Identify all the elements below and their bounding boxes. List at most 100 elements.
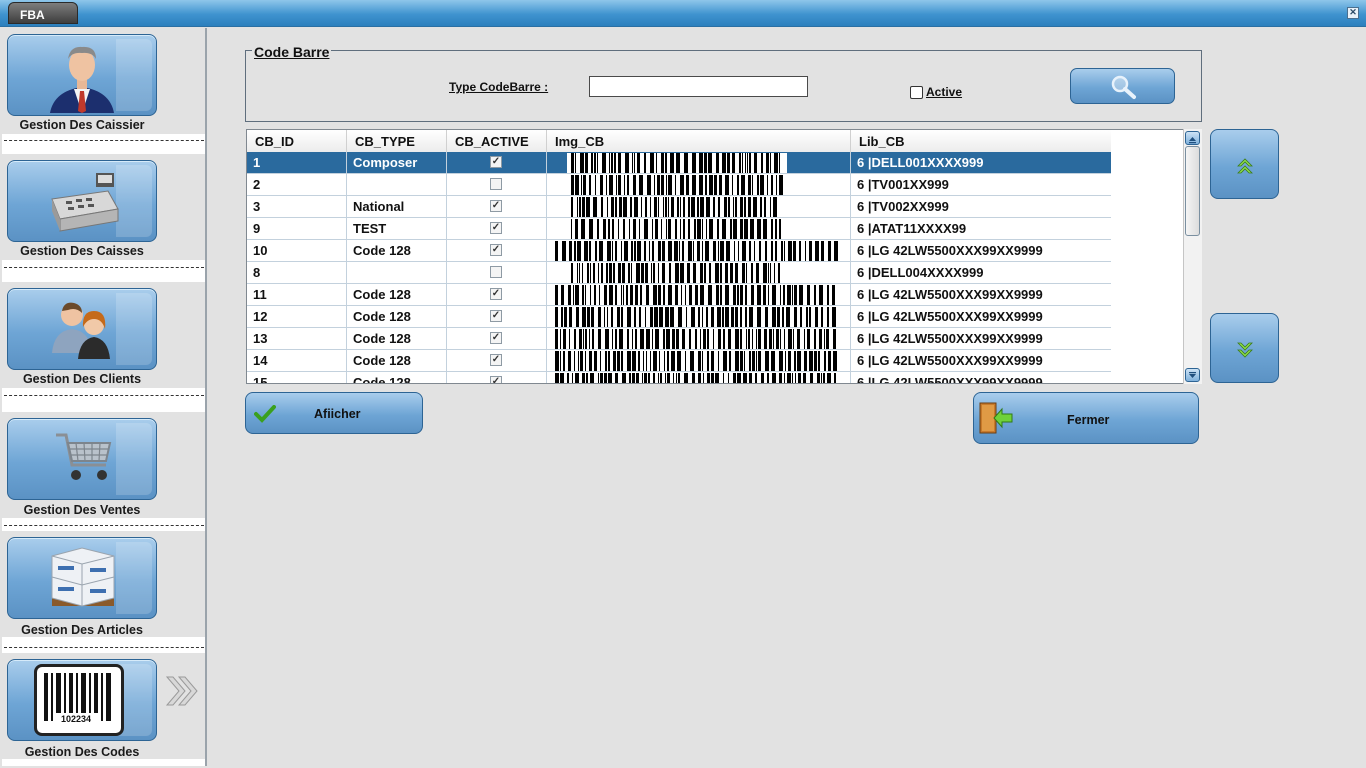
articles-button[interactable] — [7, 537, 157, 619]
search-icon — [1111, 75, 1136, 99]
cb-active-cell[interactable]: ✓ — [447, 372, 547, 383]
cb-type-cell: TEST — [347, 218, 447, 239]
active-row-checkbox[interactable]: ✓ — [490, 200, 502, 212]
table-row[interactable]: 2 6 |TV001XX999 — [247, 174, 1111, 196]
type-codebarre-input[interactable] — [589, 76, 808, 97]
cb-type-cell — [347, 262, 447, 283]
lib-cb-cell: 6 |ATAT11XXXX99 — [857, 221, 967, 236]
barcode-image — [551, 307, 841, 327]
cb-active-cell[interactable]: ✓ — [447, 218, 547, 239]
barcode-icon: 102234 — [34, 664, 124, 736]
cb-active-cell[interactable]: ✓ — [447, 196, 547, 217]
title-bar: FBA ✕ — [0, 0, 1366, 27]
table-row[interactable]: 9 TEST ✓ 6 |ATAT11XXXX99 — [247, 218, 1111, 240]
type-codebarre-label: Type CodeBarre : — [449, 80, 549, 94]
window-title-tab[interactable]: FBA — [8, 2, 78, 24]
cb-active-cell[interactable] — [447, 262, 547, 283]
fermer-button[interactable]: Fermer — [973, 392, 1199, 444]
active-row-checkbox[interactable]: ✓ — [490, 332, 502, 344]
barcode-image — [567, 263, 787, 283]
scroll-up-arrow-icon[interactable] — [1185, 131, 1200, 145]
column-header-img-cb[interactable]: Img_CB — [547, 130, 851, 152]
cb-active-cell[interactable] — [447, 174, 547, 195]
cb-active-cell[interactable]: ✓ — [447, 240, 547, 261]
cb-active-cell[interactable]: ✓ — [447, 350, 547, 371]
cb-type-cell: National — [347, 196, 447, 217]
active-row-checkbox[interactable]: ✓ — [490, 222, 502, 234]
caisses-button[interactable] — [7, 160, 157, 242]
sidebar-item-label: Gestion Des Codes — [24, 745, 140, 759]
cb-id-cell: 12 — [247, 306, 347, 327]
scroll-thumb[interactable] — [1185, 146, 1200, 236]
clients-button[interactable] — [7, 288, 157, 370]
double-chevron-down-icon — [1237, 342, 1253, 358]
table-row[interactable]: 10 Code 128 ✓ 6 |LG 42LW5500XXX99XX9999 — [247, 240, 1111, 262]
lib-cb-cell: 6 |LG 42LW5500XXX99XX9999 — [857, 331, 1043, 346]
lib-cb-cell: 6 |LG 42LW5500XXX99XX9999 — [857, 375, 1043, 384]
active-row-checkbox[interactable]: ✓ — [490, 288, 502, 300]
active-row-checkbox[interactable]: ✓ — [490, 354, 502, 366]
table-row[interactable]: 14 Code 128 ✓ 6 |LG 42LW5500XXX99XX9999 — [247, 350, 1111, 372]
sidebar-item-caisses[interactable]: Gestion Des Caisses — [2, 154, 205, 260]
double-chevron-right-icon — [165, 676, 198, 706]
caissier-button[interactable] — [7, 34, 157, 116]
column-header-cb-id[interactable]: CB_ID — [247, 130, 347, 152]
sidebar-item-articles[interactable]: Gestion Des Articles — [2, 531, 205, 637]
table-row[interactable]: 11 Code 128 ✓ 6 |LG 42LW5500XXX99XX9999 — [247, 284, 1111, 306]
table-scrollbar[interactable] — [1183, 129, 1202, 384]
ventes-button[interactable] — [7, 418, 157, 500]
codes-button[interactable]: 102234 — [7, 659, 157, 741]
divider — [4, 525, 204, 526]
column-header-lib-cb[interactable]: Lib_CB — [851, 130, 1111, 152]
lib-cb-cell: 6 |DELL001XXXX999 — [857, 155, 984, 170]
barcode-image — [567, 153, 787, 173]
cb-type-cell — [347, 174, 447, 195]
sidebar-item-label: Gestion Des Clients — [22, 372, 142, 386]
sidebar-item-label: Gestion Des Caisses — [20, 244, 144, 258]
active-row-checkbox[interactable] — [490, 266, 502, 278]
table-row[interactable]: 12 Code 128 ✓ 6 |LG 42LW5500XXX99XX9999 — [247, 306, 1111, 328]
img-cb-cell — [547, 262, 851, 283]
lib-cb-cell: 6 |TV002XX999 — [857, 199, 949, 214]
cb-id-cell: 15 — [247, 372, 347, 383]
active-checkbox[interactable] — [910, 86, 923, 99]
column-header-cb-type[interactable]: CB_TYPE — [347, 130, 447, 152]
cb-type-cell: Code 128 — [347, 328, 447, 349]
scroll-up-button[interactable] — [1210, 129, 1279, 199]
img-cb-cell — [547, 240, 851, 261]
search-button[interactable] — [1070, 68, 1175, 104]
scroll-down-arrow-icon[interactable] — [1185, 368, 1200, 382]
table-row[interactable]: 1 Composer ✓ 6 |DELL001XXXX999 — [247, 152, 1111, 174]
active-row-checkbox[interactable]: ✓ — [490, 310, 502, 322]
table-row[interactable]: 15 Code 128 ✓ 6 |LG 42LW5500XXX99XX9999 — [247, 372, 1111, 384]
active-row-checkbox[interactable] — [490, 178, 502, 190]
sidebar-item-caissier[interactable]: Gestion Des Caissier — [2, 28, 205, 134]
barcode-image — [567, 175, 787, 195]
scroll-down-button[interactable] — [1210, 313, 1279, 383]
img-cb-cell — [547, 174, 851, 195]
img-cb-cell — [547, 328, 851, 349]
sidebar-item-codes[interactable]: 102234 Gestion Des Codes — [2, 653, 205, 759]
active-row-checkbox[interactable]: ✓ — [490, 244, 502, 256]
cb-type-cell: Code 128 — [347, 240, 447, 261]
sidebar-item-clients[interactable]: Gestion Des Clients — [2, 282, 205, 388]
cb-active-cell[interactable]: ✓ — [447, 328, 547, 349]
column-header-cb-active[interactable]: CB_ACTIVE — [447, 130, 547, 152]
table-row[interactable]: 8 6 |DELL004XXXX999 — [247, 262, 1111, 284]
afficher-button[interactable]: Afiicher — [245, 392, 423, 434]
cb-active-cell[interactable]: ✓ — [447, 152, 547, 173]
close-icon[interactable]: ✕ — [1347, 7, 1359, 19]
barcode-table[interactable]: CB_ID CB_TYPE CB_ACTIVE Img_CB Lib_CB 1C… — [246, 129, 1201, 384]
table-row[interactable]: 13 Code 128 ✓ 6 |LG 42LW5500XXX99XX9999 — [247, 328, 1111, 350]
cb-active-cell[interactable]: ✓ — [447, 284, 547, 305]
table-row[interactable]: 3 National ✓ 6 |TV002XX999 — [247, 196, 1111, 218]
active-row-checkbox[interactable]: ✓ — [490, 376, 502, 383]
img-cb-cell — [547, 306, 851, 327]
active-row-checkbox[interactable]: ✓ — [490, 156, 502, 168]
lib-cb-cell: 6 |LG 42LW5500XXX99XX9999 — [857, 287, 1043, 302]
sidebar-item-ventes[interactable]: Gestion Des Ventes — [2, 412, 205, 518]
divider — [4, 140, 204, 141]
cb-active-cell[interactable]: ✓ — [447, 306, 547, 327]
table-header: CB_ID CB_TYPE CB_ACTIVE Img_CB Lib_CB — [247, 130, 1111, 153]
sidebar-item-label: Gestion Des Ventes — [23, 503, 141, 517]
